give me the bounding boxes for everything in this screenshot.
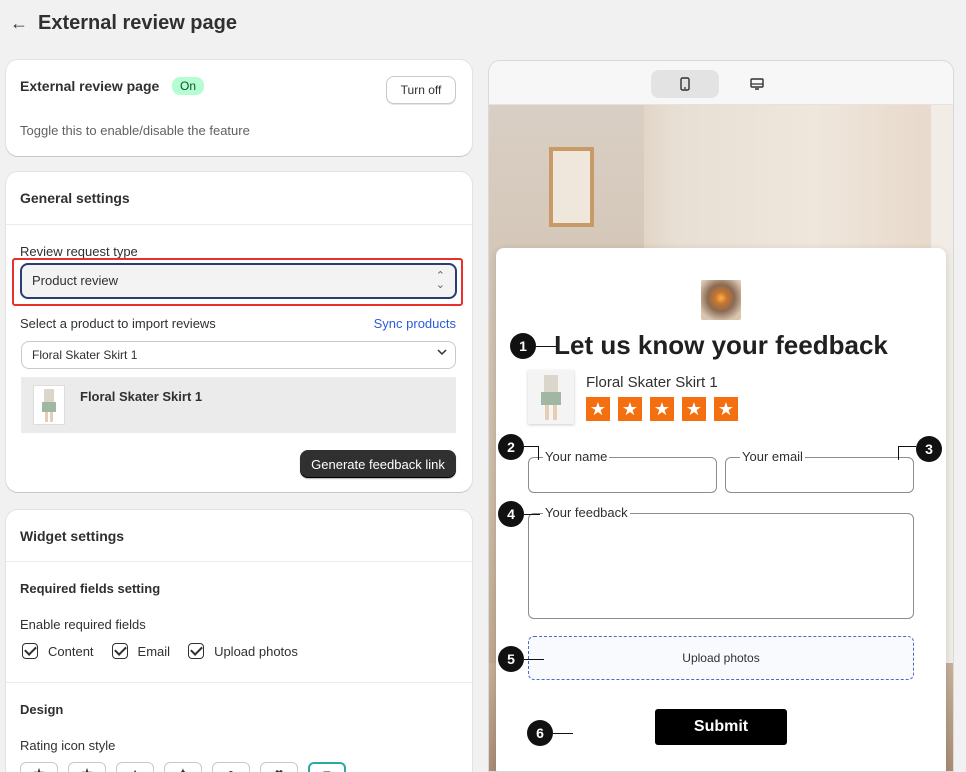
design-title: Design: [20, 702, 64, 717]
product-thumbnail: [33, 385, 65, 425]
annotation-marker-5: 5: [498, 646, 524, 672]
rating-style-square-icon[interactable]: ■: [308, 762, 346, 772]
arrow-left-icon[interactable]: ←: [10, 13, 30, 34]
general-settings-title: General settings: [20, 190, 130, 206]
feedback-form-card: Let us know your feedback Floral Skater …: [496, 248, 946, 771]
dropdown-value: Floral Skater Skirt 1: [32, 348, 138, 362]
generate-feedback-link-button[interactable]: Generate feedback link: [300, 450, 456, 478]
annotation-marker-2: 2: [498, 434, 524, 460]
annotation-line: [898, 446, 899, 460]
preview-product-name: Floral Skater Skirt 1: [586, 374, 718, 391]
product-name: Floral Skater Skirt 1: [80, 389, 203, 404]
page-title: External review page: [38, 11, 237, 34]
mobile-view-button[interactable]: [651, 70, 719, 98]
upload-photos-checkbox[interactable]: [188, 643, 205, 659]
form-title: Let us know your feedback: [554, 330, 888, 360]
star-icon[interactable]: ★: [650, 397, 674, 421]
review-request-type-label: Review request type: [20, 244, 138, 259]
device-toggle-bar: [489, 61, 953, 105]
required-fields-checkboxes: Content Email Upload photos: [22, 643, 316, 659]
rating-style-circle-icon[interactable]: ●: [212, 762, 250, 772]
star-icon[interactable]: ★: [586, 397, 610, 421]
name-field[interactable]: Your name: [528, 450, 717, 493]
star-icon[interactable]: ★: [618, 397, 642, 421]
required-fields-title: Required fields setting: [20, 581, 161, 596]
mobile-icon: [680, 77, 690, 91]
annotation-line: [538, 446, 539, 460]
annotation-marker-3: 3: [916, 436, 942, 462]
top-bar: ← External review page: [0, 0, 966, 46]
select-product-label: Select a product to import reviews: [20, 316, 216, 331]
annotation-line: [524, 659, 544, 660]
desktop-view-button[interactable]: [723, 70, 791, 98]
rating-icon-options: ★ ★ ▲ ✦ ● ♥ ■: [20, 762, 346, 772]
rating-style-heart-icon[interactable]: ♥: [260, 762, 298, 772]
feature-description: Toggle this to enable/disable the featur…: [20, 123, 250, 138]
annotation-marker-6: 6: [527, 720, 553, 746]
upload-photos-dropzone[interactable]: Upload photos: [528, 636, 914, 680]
divider: [6, 224, 472, 225]
email-checkbox[interactable]: [111, 643, 128, 659]
general-settings-card: General settings Review request type Pro…: [6, 172, 472, 492]
preview-background-image: Let us know your feedback Floral Skater …: [489, 105, 953, 771]
selected-product-row: Floral Skater Skirt 1: [21, 377, 456, 433]
widget-settings-title: Widget settings: [20, 528, 125, 544]
annotation-line: [536, 346, 556, 347]
rating-style-star-outline-icon[interactable]: ★: [20, 762, 58, 772]
product-dropdown[interactable]: Floral Skater Skirt 1: [21, 341, 456, 369]
feedback-field-label: Your feedback: [543, 505, 630, 520]
review-request-type-select[interactable]: Product review ⌃ ⌄: [20, 263, 457, 299]
email-field-label: Your email: [740, 449, 805, 464]
star-icon[interactable]: ★: [682, 397, 706, 421]
annotation-marker-1: 1: [510, 333, 536, 359]
content-checkbox[interactable]: [22, 643, 38, 659]
star-icon[interactable]: ★: [714, 397, 738, 421]
select-updown-icon: ⌃ ⌄: [435, 270, 445, 291]
email-field[interactable]: Your email: [725, 450, 914, 493]
rating-style-star-small-icon[interactable]: ★: [68, 762, 106, 772]
rating-icon-style-label: Rating icon style: [20, 738, 116, 753]
preview-panel: Let us know your feedback Floral Skater …: [488, 60, 954, 772]
desktop-icon: [750, 78, 764, 90]
preview-product-thumbnail: [528, 370, 574, 424]
widget-settings-card: Widget settings Required fields setting …: [6, 510, 472, 772]
content-checkbox-label: Content: [48, 643, 94, 659]
annotation-line: [524, 514, 540, 515]
feature-title: External review page: [20, 78, 160, 94]
annotation-line: [898, 446, 916, 447]
name-field-label: Your name: [543, 449, 610, 464]
divider: [6, 682, 472, 683]
background-frame: [549, 147, 594, 227]
chevron-down-icon: [437, 349, 447, 356]
email-checkbox-label: Email: [137, 643, 171, 659]
shop-logo: [701, 280, 741, 320]
sync-products-link[interactable]: Sync products: [374, 316, 456, 331]
annotation-marker-4: 4: [498, 501, 524, 527]
rating-style-star-icon[interactable]: ▲: [116, 762, 154, 772]
divider: [6, 561, 472, 562]
status-badge: On: [172, 77, 205, 95]
rating-style-thin-star-icon[interactable]: ✦: [164, 762, 202, 772]
select-value: Product review: [32, 273, 118, 288]
upload-photos-checkbox-label: Upload photos: [214, 643, 298, 659]
rating-stars: ★ ★ ★ ★ ★: [586, 397, 738, 421]
feature-toggle-card: External review page On Turn off Toggle …: [6, 60, 472, 156]
annotation-line: [524, 446, 538, 447]
enable-required-label: Enable required fields: [20, 617, 146, 632]
annotation-line: [553, 733, 573, 734]
turn-off-button[interactable]: Turn off: [386, 76, 456, 104]
submit-button[interactable]: Submit: [655, 709, 787, 745]
feedback-textarea[interactable]: Your feedback: [528, 506, 914, 619]
